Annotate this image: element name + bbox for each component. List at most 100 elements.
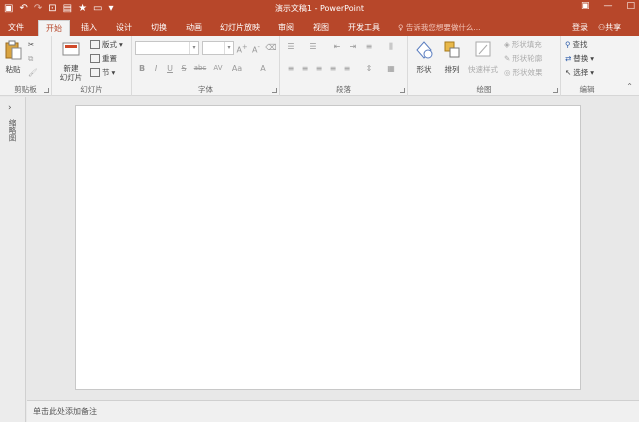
group-clipboard: 粘贴 ✂ ⧉ 🖌 剪贴板 <box>0 36 52 96</box>
ribbon-display-icon[interactable]: ▣ <box>581 1 590 11</box>
scissors-icon: ✂ <box>28 40 35 49</box>
increase-indent-icon[interactable]: ⇥ <box>346 42 360 51</box>
group-label-font: 字体 <box>198 85 213 94</box>
tab-file[interactable]: 文件 <box>2 20 30 36</box>
expand-pane-icon[interactable]: › <box>8 103 12 113</box>
quick-styles-button[interactable]: 快速样式 <box>466 40 500 75</box>
new-slide-icon <box>62 42 80 56</box>
group-drawing: 形状 排列 快速样式 ◈ 形状填充 ✎ 形状轮廓 ◎ 形状效果 绘图 <box>408 36 561 96</box>
smartart-icon[interactable]: ▦ <box>384 64 398 73</box>
columns-icon[interactable]: ⫼ <box>384 42 398 52</box>
clear-format-icon[interactable]: ⌫ <box>265 43 277 52</box>
find-button[interactable]: ⚲ 查找 <box>565 39 588 50</box>
ribbon: 粘贴 ✂ ⧉ 🖌 剪贴板 新建 幻灯片 版式 ▾ 重置 节 ▾ 幻灯片 ▾ ▾ A+ <box>0 36 639 96</box>
shape-outline-button[interactable]: ✎ 形状轮廓 <box>504 53 542 64</box>
search-icon: ⚲ <box>565 40 571 49</box>
shadow-button[interactable]: S <box>178 64 190 73</box>
group-slides: 新建 幻灯片 版式 ▾ 重置 节 ▾ 幻灯片 <box>52 36 132 96</box>
clipboard-icon <box>5 40 22 60</box>
paste-button[interactable]: 粘贴 <box>2 40 24 75</box>
sign-in-link[interactable]: 登录 <box>572 20 588 36</box>
shape-effects-button[interactable]: ◎ 形状效果 <box>504 67 543 78</box>
tab-transitions[interactable]: 切换 <box>145 20 173 36</box>
copy-icon: ⧉ <box>28 54 34 63</box>
thumbnail-pane-label[interactable]: 缩略图 <box>8 119 18 142</box>
arrange-button[interactable]: 排列 <box>440 40 464 75</box>
ribbon-tab-bar: 文件 开始 插入 设计 切换 动画 幻灯片放映 审阅 视图 开发工具 ♀ 告诉我… <box>0 18 639 36</box>
tab-insert[interactable]: 插入 <box>75 20 103 36</box>
effects-icon: ◎ <box>504 68 511 77</box>
pen-icon: ✎ <box>504 54 511 63</box>
paint-bucket-icon: ◈ <box>504 40 510 49</box>
align-left-icon[interactable]: ≡ <box>284 64 298 73</box>
shapes-button[interactable]: 形状 <box>412 40 436 75</box>
clipboard-launcher[interactable] <box>44 88 49 93</box>
font-color-button[interactable]: A <box>257 64 269 73</box>
window-controls: ▣ — □ <box>581 1 635 11</box>
char-spacing-button[interactable]: AV <box>210 64 226 72</box>
tab-developer[interactable]: 开发工具 <box>342 20 386 36</box>
italic-button[interactable]: I <box>150 64 162 73</box>
minimize-icon[interactable]: — <box>603 1 612 11</box>
font-name-combo[interactable]: ▾ <box>135 41 199 55</box>
grow-font-icon[interactable]: A+ <box>236 43 248 55</box>
reset-button[interactable]: 重置 <box>90 53 117 64</box>
title-bar: ▣ ↶ ↷ ⊡ ▤ ★ ▭ ▾ 演示文稿1 - PowerPoint ▣ — □ <box>0 0 639 18</box>
quick-styles-icon <box>475 41 491 57</box>
group-editing: ⚲ 查找 ⇄ 替换 ▾ ↖ 选择 ▾ 编辑 <box>561 36 613 96</box>
select-button[interactable]: ↖ 选择 ▾ <box>565 67 594 78</box>
tab-slideshow[interactable]: 幻灯片放映 <box>215 20 265 36</box>
drawing-launcher[interactable] <box>553 88 558 93</box>
shape-fill-button[interactable]: ◈ 形状填充 <box>504 39 542 50</box>
tab-view[interactable]: 视图 <box>307 20 335 36</box>
group-paragraph: ☰ ☰ ⇤ ⇥ ≡ ⫼ ≡ ≡ ≡ ≡ ≡ ⇕ ▦ 段落 <box>280 36 408 96</box>
line-spacing-icon[interactable]: ≡ <box>362 42 376 51</box>
collapse-ribbon-icon[interactable]: ⌃ <box>626 82 633 91</box>
thumbnail-pane: › 缩略图 <box>0 97 26 422</box>
layout-icon <box>90 40 100 49</box>
cut-button[interactable]: ✂ <box>28 40 34 49</box>
shrink-font-icon[interactable]: A- <box>250 43 262 55</box>
underline-button[interactable]: U <box>164 64 176 73</box>
group-label-paragraph: 段落 <box>336 85 351 94</box>
font-launcher[interactable] <box>272 88 277 93</box>
notes-pane[interactable]: 单击此处添加备注 <box>27 400 639 422</box>
font-size-combo[interactable]: ▾ <box>202 41 234 55</box>
align-center-icon[interactable]: ≡ <box>298 64 312 73</box>
slide-1[interactable] <box>75 105 581 390</box>
bullets-icon[interactable]: ☰ <box>284 42 298 51</box>
section-icon <box>90 68 100 77</box>
maximize-icon[interactable]: □ <box>626 1 635 11</box>
align-right-icon[interactable]: ≡ <box>312 64 326 73</box>
decrease-indent-icon[interactable]: ⇤ <box>330 42 344 51</box>
tab-design[interactable]: 设计 <box>110 20 138 36</box>
bold-button[interactable]: B <box>136 64 148 73</box>
format-painter-button[interactable]: 🖌 <box>28 68 38 77</box>
change-case-button[interactable]: Aa <box>229 64 245 73</box>
layout-button[interactable]: 版式 ▾ <box>90 39 123 50</box>
notes-placeholder: 单击此处添加备注 <box>33 407 97 416</box>
cursor-icon: ↖ <box>565 68 572 77</box>
strikethrough-button[interactable]: abc <box>192 64 208 72</box>
tab-review[interactable]: 审阅 <box>272 20 300 36</box>
tab-home[interactable]: 开始 <box>38 20 70 36</box>
justify-icon[interactable]: ≡ <box>326 64 340 73</box>
share-button[interactable]: ⚇共享 <box>598 20 621 36</box>
brush-icon: 🖌 <box>28 68 38 77</box>
slide-canvas <box>27 97 639 400</box>
section-button[interactable]: 节 ▾ <box>90 67 115 78</box>
numbering-icon[interactable]: ☰ <box>306 42 320 51</box>
distributed-icon[interactable]: ≡ <box>340 64 354 73</box>
group-label-editing: 编辑 <box>579 85 595 94</box>
tab-animations[interactable]: 动画 <box>180 20 208 36</box>
tell-me-search[interactable]: ♀ 告诉我您想要做什么... <box>398 20 481 36</box>
paragraph-launcher[interactable] <box>400 88 405 93</box>
text-direction-icon[interactable]: ⇕ <box>362 64 376 73</box>
new-slide-button[interactable]: 新建 幻灯片 <box>56 40 86 82</box>
reset-icon <box>90 54 100 63</box>
replace-button[interactable]: ⇄ 替换 ▾ <box>565 53 594 64</box>
group-label-slides: 幻灯片 <box>80 85 103 94</box>
copy-button[interactable]: ⧉ <box>28 54 33 64</box>
lightbulb-icon: ♀ <box>398 23 406 32</box>
replace-icon: ⇄ <box>565 54 572 63</box>
